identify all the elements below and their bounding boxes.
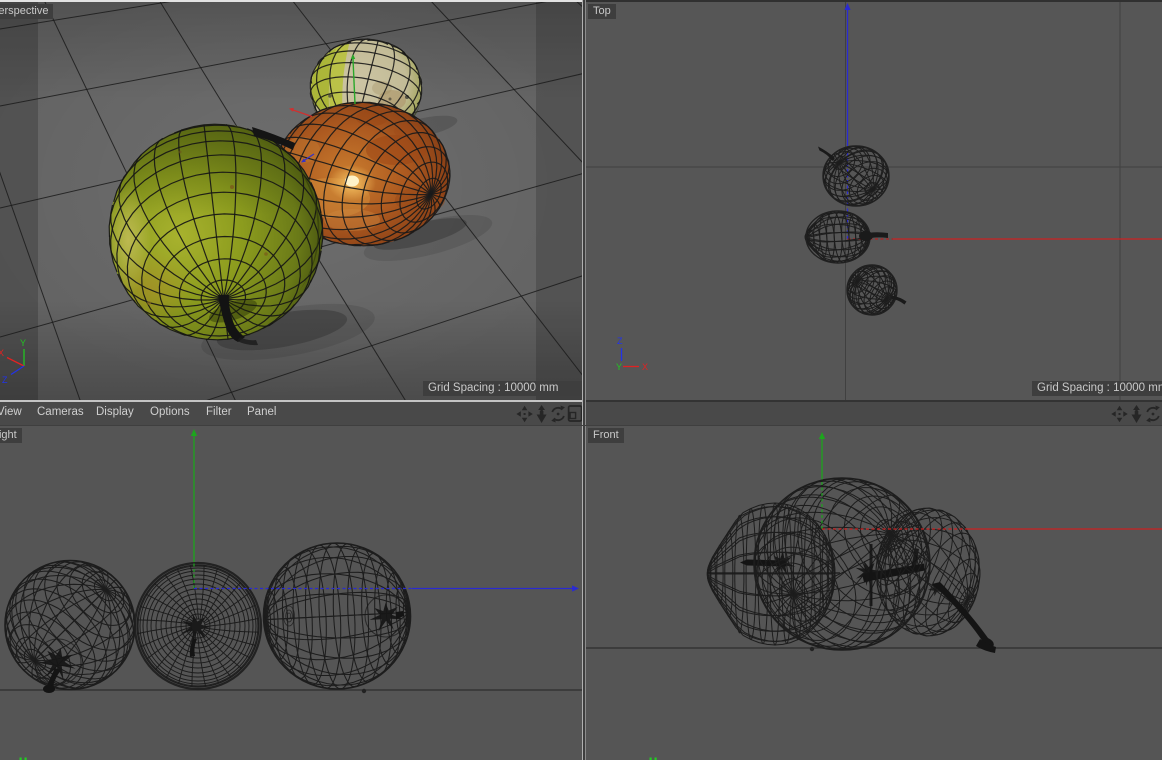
svg-text:X: X bbox=[642, 362, 648, 372]
svg-text:Z: Z bbox=[2, 375, 8, 385]
svg-text:X: X bbox=[0, 348, 4, 358]
svg-text:Z: Z bbox=[617, 336, 623, 346]
svg-text:Y: Y bbox=[616, 362, 622, 372]
svg-text:Y: Y bbox=[20, 338, 26, 348]
